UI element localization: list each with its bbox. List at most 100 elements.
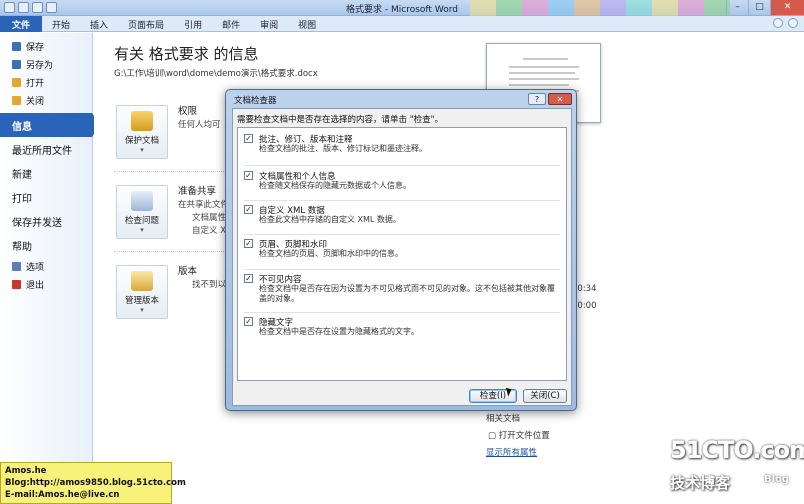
dialog-instruction: 需要检查文档中是否存在选择的内容，请单击 "检查"。 xyxy=(237,115,444,125)
author-watermark: Amos.he Blog:http://amos9850.blog.51cto.… xyxy=(0,462,186,504)
tile-label: 检查问题 xyxy=(124,216,159,226)
sidebar-item-info[interactable]: 信息 xyxy=(0,113,100,137)
sidebar-item-help[interactable]: 帮助 xyxy=(0,233,92,257)
tile-label: 保护文档 xyxy=(124,136,159,146)
item-desc: 检查文档中是否存在设置为隐藏格式的文字。 xyxy=(259,327,419,336)
dialog-help-button[interactable]: ? xyxy=(528,93,546,105)
lock-icon xyxy=(131,111,153,131)
section-title: 准备共享 xyxy=(178,186,217,197)
sidebar-item-label: 关闭 xyxy=(26,96,45,107)
item-desc: 检查此文档中存储的自定义 XML 数据。 xyxy=(259,215,401,224)
show-all-properties-link[interactable]: 显示所有属性 xyxy=(486,446,537,458)
invisible-content-checkbox[interactable]: ✓ xyxy=(244,274,253,283)
sidebar-item-label: 退出 xyxy=(26,280,45,291)
help-icon[interactable] xyxy=(788,18,798,28)
divider xyxy=(244,312,560,313)
thumbnail-line xyxy=(509,78,579,80)
options-icon xyxy=(12,261,21,271)
tab-file[interactable]: 文件 xyxy=(0,16,43,32)
sidebar-item-label: 另存为 xyxy=(26,60,54,71)
section-text: 找不到以 xyxy=(192,280,227,290)
author-email: E-mail:Amos.he@live.cn xyxy=(5,490,120,500)
window-title: 格式要求 - Microsoft Word xyxy=(346,5,458,15)
item-desc: 检查文档的页眉、页脚和水印中的信息。 xyxy=(259,249,403,258)
maximize-button[interactable]: □ xyxy=(748,0,770,15)
close-folder-icon xyxy=(12,95,21,105)
list-item: ✓ 不可见内容 检查文档中是否存在因为设置为不可见格式而不可见的对象。这不包括被… xyxy=(244,273,560,309)
hidden-text-checkbox[interactable]: ✓ xyxy=(244,317,253,326)
divider xyxy=(244,165,560,166)
chevron-down-icon: ▾ xyxy=(140,226,144,234)
file-path: G:\工作\培训\word\dome\demo演示\格式要求.docx xyxy=(114,69,318,79)
tab-view[interactable]: 视图 xyxy=(288,16,326,32)
check-for-issues-button[interactable]: 检查问题 ▾ xyxy=(116,185,168,239)
dialog-title: 文档检查器 xyxy=(234,96,277,106)
document-inspector-dialog: 文档检查器 ? ✕ 需要检查文档中是否存在选择的内容，请单击 "检查"。 ✓ 批… xyxy=(225,89,577,411)
tab-insert[interactable]: 插入 xyxy=(80,16,118,32)
sidebar-item-save-send[interactable]: 保存并发送 xyxy=(0,209,92,233)
item-desc: 检查文档的批注、版本、修订标记和墨迹注释。 xyxy=(259,144,427,153)
sidebar-item-exit[interactable]: 退出 xyxy=(0,275,92,293)
save-as-icon xyxy=(12,59,21,69)
sidebar-item-close[interactable]: 关闭 xyxy=(0,91,92,109)
sidebar-item-save[interactable]: 保存 xyxy=(0,37,92,55)
list-item: ✓ 页眉、页脚和水印 检查文档的页眉、页脚和水印中的信息。 xyxy=(244,238,560,268)
section-text: 在共享此文件 xyxy=(178,200,230,210)
section-title: 权限 xyxy=(178,106,198,117)
close-window-button[interactable]: ✕ xyxy=(770,0,804,15)
sidebar-item-label: 打开 xyxy=(26,78,45,89)
open-file-location-link[interactable]: ▢ 打开文件位置 xyxy=(488,429,550,441)
site-watermark: 51CTO.com xyxy=(670,436,804,464)
sidebar-item-save-as[interactable]: 另存为 xyxy=(0,55,92,73)
section-text: 文档属性 xyxy=(192,213,227,223)
link-label: 打开文件位置 xyxy=(498,431,550,441)
tab-mailings[interactable]: 邮件 xyxy=(212,16,250,32)
site-watermark-sub: 技术博客 xyxy=(670,474,731,492)
item-desc: 检查文档中是否存在因为设置为不可见格式而不可见的对象。这不包括被其他对象覆盖的对… xyxy=(259,284,555,303)
minimize-ribbon-icon[interactable] xyxy=(773,18,783,28)
folder-icon: ▢ xyxy=(488,431,497,441)
close-dialog-button[interactable]: 关闭(C) xyxy=(523,389,567,403)
author-name: Amos.he xyxy=(5,466,47,476)
inspection-options-list: ✓ 批注、修订、版本和注释 检查文档的批注、版本、修订标记和墨迹注释。 ✓ 文档… xyxy=(237,127,567,381)
dialog-body: 需要检查文档中是否存在选择的内容，请单击 "检查"。 ✓ 批注、修订、版本和注释… xyxy=(232,108,572,406)
versions-icon xyxy=(131,271,153,291)
ribbon-tabs: 文件 开始 插入 页面布局 引用 邮件 审阅 视图 xyxy=(0,16,804,32)
list-item: ✓ 文档属性和个人信息 检查随文档保存的隐藏元数据或个人信息。 xyxy=(244,170,560,200)
custom-xml-checkbox[interactable]: ✓ xyxy=(244,205,253,214)
ribbon-right-controls xyxy=(773,18,798,28)
dialog-close-button[interactable]: ✕ xyxy=(548,93,572,105)
divider xyxy=(244,200,560,201)
tab-references[interactable]: 引用 xyxy=(174,16,212,32)
sidebar-item-open[interactable]: 打开 xyxy=(0,73,92,91)
properties-checkbox[interactable]: ✓ xyxy=(244,171,253,180)
sidebar-item-options[interactable]: 选项 xyxy=(0,257,92,275)
protect-document-button[interactable]: 保护文档 ▾ xyxy=(116,105,168,159)
thumbnail-line xyxy=(509,66,579,68)
manage-versions-button[interactable]: 管理版本 ▾ xyxy=(116,265,168,319)
divider xyxy=(244,269,560,270)
sidebar-item-print[interactable]: 打印 xyxy=(0,185,92,209)
tab-page-layout[interactable]: 页面布局 xyxy=(118,16,174,32)
backstage-sidebar: 保存 另存为 打开 关闭 信息 最近所用文件 新建 打印 保存并发送 帮助 选项… xyxy=(0,33,100,504)
thumbnail-line xyxy=(509,72,575,74)
thumbnail-line xyxy=(523,58,568,60)
tab-home[interactable]: 开始 xyxy=(42,16,80,32)
section-text: 任何人均可 xyxy=(178,120,221,130)
section-title: 版本 xyxy=(178,266,198,277)
mouse-cursor-icon xyxy=(505,386,514,397)
sidebar-item-recent[interactable]: 最近所用文件 xyxy=(0,137,92,161)
list-item: ✓ 批注、修订、版本和注释 检查文档的批注、版本、修订标记和墨迹注释。 xyxy=(244,133,560,163)
comments-checkbox[interactable]: ✓ xyxy=(244,134,253,143)
divider xyxy=(244,234,560,235)
headers-footers-checkbox[interactable]: ✓ xyxy=(244,239,253,248)
minimize-button[interactable]: – xyxy=(726,0,748,15)
sidebar-item-label: 选项 xyxy=(26,262,45,273)
author-blog: Blog:http://amos9850.blog.51cto.com xyxy=(5,478,186,488)
exit-icon xyxy=(12,279,21,289)
sidebar-item-new[interactable]: 新建 xyxy=(0,161,92,185)
tab-review[interactable]: 审阅 xyxy=(250,16,288,32)
site-watermark-blog: Blog xyxy=(764,474,790,485)
section-text: 自定义 X xyxy=(192,226,227,236)
inspect-icon xyxy=(131,191,153,211)
